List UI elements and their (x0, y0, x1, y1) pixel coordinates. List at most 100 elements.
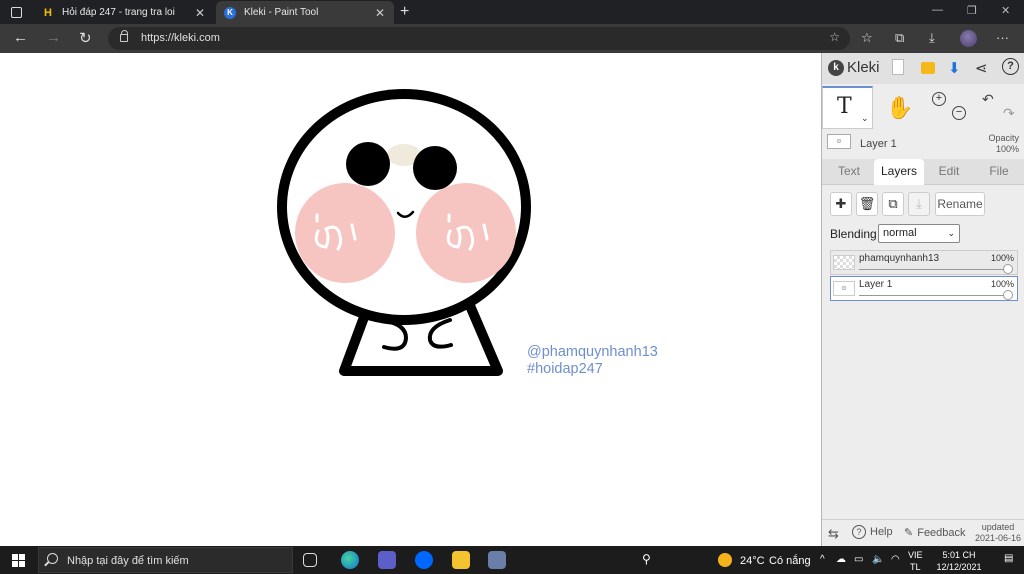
task-view-icon[interactable] (303, 553, 317, 567)
language-indicator[interactable]: VIE TL (908, 549, 923, 573)
restore-icon[interactable]: ❐ (967, 4, 977, 17)
current-layer-bar: ☺ Layer 1 Opacity 100% (822, 131, 1024, 157)
lock-icon[interactable] (120, 30, 128, 42)
undo-icon[interactable]: ↶ (982, 91, 994, 108)
layer-thumbnail: ☺ (833, 281, 855, 296)
address-bar[interactable]: https://kleki.com ☆ (108, 27, 850, 50)
brand-name: Kleki (847, 59, 880, 76)
more-options-icon[interactable]: ··· (996, 30, 1009, 45)
file-explorer-icon[interactable] (452, 551, 470, 569)
new-tab-button[interactable]: + (400, 3, 409, 21)
blending-select[interactable]: normal ⌄ (878, 224, 960, 243)
rename-button[interactable]: Rename (935, 192, 985, 216)
updated-info[interactable]: updated 2021-06-16 (975, 522, 1021, 544)
layer-name: Layer 1 (859, 279, 893, 290)
opacity-slider-track[interactable] (859, 269, 1007, 270)
profile-avatar[interactable] (960, 30, 977, 47)
tab-title: Hỏi đáp 247 - trang tra loi (62, 7, 175, 18)
redo-icon[interactable]: ↷ (1003, 105, 1015, 122)
battery-icon[interactable]: ▭ (854, 554, 863, 566)
feedback-label: Feedback (917, 526, 966, 539)
delete-layer-icon[interactable]: 🗑 (856, 192, 878, 216)
close-window-icon[interactable]: ✕ (1001, 4, 1010, 17)
right-cheek (416, 183, 516, 283)
search-placeholder: Nhập tại đây để tìm kiếm (67, 555, 189, 567)
tab-kleki[interactable]: K Kleki - Paint Tool ✕ (216, 1, 394, 24)
new-document-icon[interactable] (892, 59, 904, 75)
favorites-icon[interactable]: ☆ (861, 30, 873, 46)
drawing-canvas[interactable]: @phamquynhanh13 #hoidap247 (0, 53, 821, 546)
zoom-in-icon[interactable]: + (932, 92, 946, 106)
tab-text[interactable]: Text (824, 159, 874, 185)
help-icon[interactable]: ? (1002, 58, 1019, 75)
watermark-line: #hoidap247 (527, 361, 603, 377)
windows-start-icon[interactable] (12, 554, 25, 567)
zoom-out-icon[interactable]: − (952, 106, 966, 120)
layer-name: phamquynhanh13 (859, 253, 940, 264)
weather-desc[interactable]: Có nắng (769, 555, 811, 567)
zalo-icon[interactable] (415, 551, 433, 569)
notification-icon[interactable]: ▤ (1004, 553, 1013, 565)
open-folder-icon[interactable] (921, 62, 935, 74)
windows-taskbar: Nhập tại đây để tìm kiếm ⚲ 24°C Có nắng … (0, 546, 1024, 574)
favorite-star-icon[interactable]: ☆ (829, 30, 840, 44)
tab-layers[interactable]: Layers (874, 159, 924, 185)
updated-date: 2021-06-16 (974, 533, 1021, 543)
browser-toolbar: ← → ↻ https://kleki.com ☆ ☆ ⧉ ⤓ ··· (0, 24, 1024, 53)
minimize-icon[interactable]: — (932, 4, 943, 16)
people-icon[interactable]: ⚲ (642, 553, 651, 565)
taskbar-search-input[interactable]: Nhập tại đây để tìm kiếm (38, 547, 293, 573)
wifi-icon[interactable]: ◠ (891, 554, 900, 566)
text-tool-icon: T (837, 94, 852, 119)
canvas-drawing (277, 89, 531, 376)
layer-thumbnail: ☺ (827, 134, 851, 149)
teams-icon[interactable] (378, 551, 396, 569)
tab-edit[interactable]: Edit (924, 159, 974, 185)
opacity-slider-handle[interactable] (1003, 264, 1013, 274)
downloads-icon[interactable]: ⤓ (929, 30, 935, 46)
share-icon[interactable]: ⋖ (975, 59, 988, 77)
layer-item-phamquynhanh13[interactable]: phamquynhanh13 100% (830, 250, 1018, 275)
help-button[interactable]: ? Help (852, 525, 893, 539)
tab-hoidap[interactable]: H Hỏi đáp 247 - trang tra loi ✕ (34, 1, 214, 24)
opacity-slider-track[interactable] (859, 295, 1007, 296)
screen: H Hỏi đáp 247 - trang tra loi ✕ K Kleki … (0, 0, 1024, 574)
cloud-icon[interactable]: ☁ (836, 554, 846, 566)
sun-icon[interactable] (718, 553, 732, 567)
watermark-line: @phamquynhanh13 (527, 344, 658, 360)
chevron-down-icon[interactable]: ⌄ (861, 113, 869, 124)
text-tool-button[interactable]: T ⌄ (822, 86, 873, 129)
tab-file[interactable]: File (974, 159, 1024, 185)
weather-temp[interactable]: 24°C (740, 555, 765, 567)
swap-side-icon[interactable]: ⇆ (828, 526, 839, 542)
duplicate-layer-icon[interactable]: ⧉ (882, 192, 904, 216)
kleki-logo[interactable]: k Kleki (828, 59, 880, 76)
edge-browser-icon[interactable] (341, 551, 359, 569)
close-icon[interactable]: ✕ (374, 6, 386, 20)
clock-date: 12/12/2021 (936, 562, 982, 572)
panel-footer: ⇆ ? Help ✎ Feedback updated 2021-06-16 (822, 519, 1024, 546)
hand-tool-icon[interactable]: ✋ (886, 95, 913, 121)
reload-icon[interactable]: ↻ (79, 29, 92, 47)
close-icon[interactable]: ✕ (194, 6, 206, 20)
forward-arrow-icon[interactable]: → (46, 29, 61, 46)
merge-down-icon[interactable]: ⤓ (908, 192, 930, 216)
tab-actions-icon[interactable] (8, 4, 24, 20)
collections-icon[interactable]: ⧉ (895, 30, 904, 46)
chevron-up-icon[interactable]: ^ (820, 554, 825, 566)
url-text[interactable]: https://kleki.com (141, 32, 220, 44)
clock[interactable]: 5:01 CH 12/12/2021 (934, 549, 984, 573)
feedback-button[interactable]: ✎ Feedback (904, 526, 966, 540)
updated-label: updated (981, 522, 1015, 532)
left-eye (346, 142, 390, 186)
help-label: Help (870, 526, 893, 538)
browser-tab-strip: H Hỏi đáp 247 - trang tra loi ✕ K Kleki … (0, 0, 1024, 24)
volume-icon[interactable]: 🔈 (872, 554, 884, 566)
camera-icon[interactable] (488, 551, 506, 569)
opacity-slider-handle[interactable] (1003, 290, 1013, 300)
back-arrow-icon[interactable]: ← (13, 29, 28, 46)
lang-line: TL (910, 562, 921, 572)
layer-item-layer-1[interactable]: ☺ Layer 1 100% (830, 276, 1018, 301)
add-layer-button[interactable]: ✚ (830, 192, 852, 216)
download-icon[interactable]: ⬇ (948, 59, 961, 77)
